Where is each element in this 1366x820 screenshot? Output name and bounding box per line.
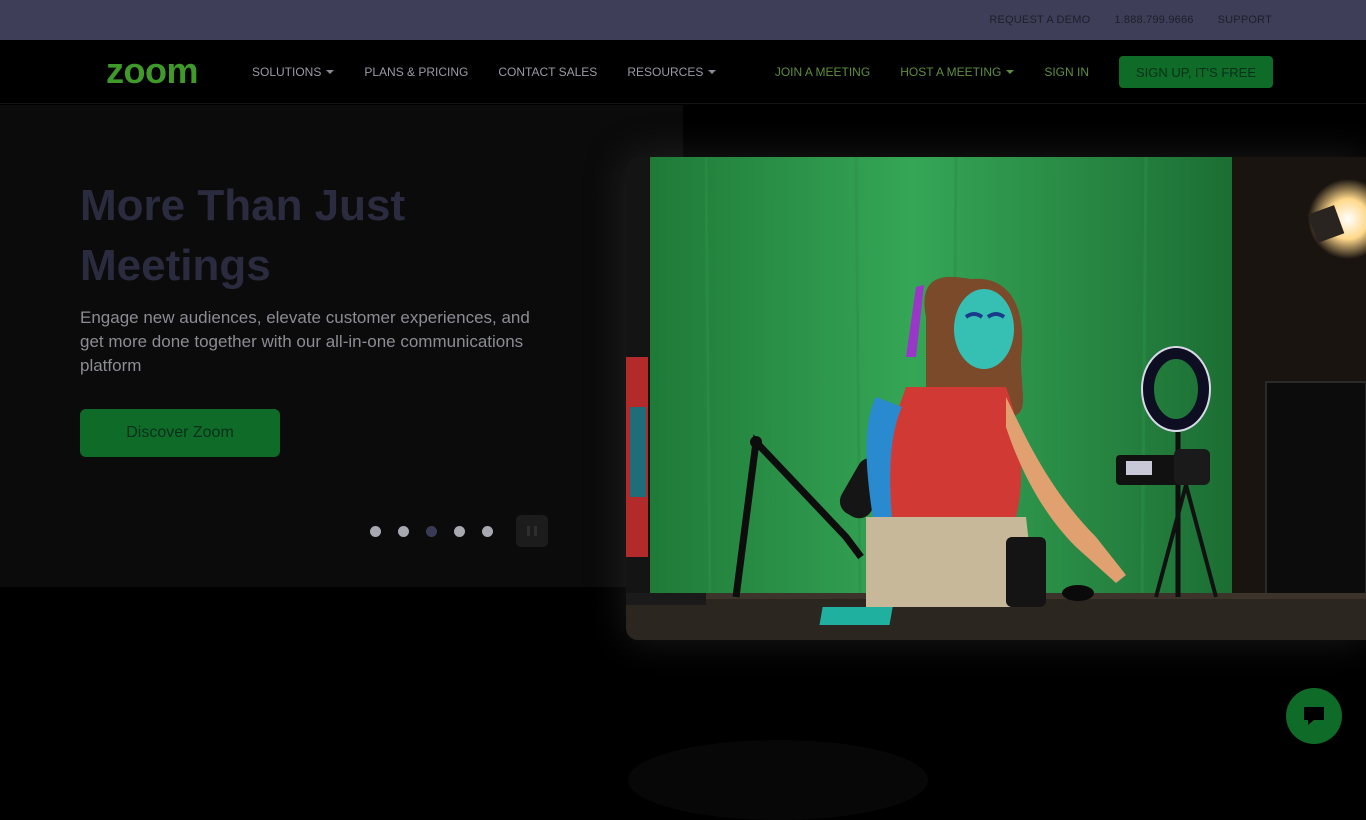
join-meeting-link[interactable]: JOIN A MEETING	[775, 65, 870, 79]
pause-icon-bar	[534, 526, 537, 536]
chevron-down-icon	[708, 70, 717, 74]
chat-icon	[1304, 707, 1324, 725]
request-demo-link[interactable]: REQUEST A DEMO	[989, 14, 1090, 26]
chat-button[interactable]	[1286, 688, 1342, 744]
carousel-pause-button[interactable]	[516, 515, 548, 547]
carousel-dot-1[interactable]	[370, 525, 381, 537]
join-meeting-label: JOIN A MEETING	[774, 65, 871, 79]
nav-plans-pricing-label: PLANS & PRICING	[364, 65, 469, 79]
hero-subtitle: Engage new audiences, elevate customer e…	[80, 308, 530, 375]
bottom-decoration	[628, 740, 928, 820]
sign-in-label: SIGN IN	[1044, 65, 1089, 79]
phone-number-link[interactable]: 1.888.799.9666	[1114, 14, 1193, 26]
nav-contact-sales-label: CONTACT SALES	[498, 65, 598, 79]
pause-icon	[527, 526, 530, 536]
utility-links: REQUEST A DEMO 1.888.799.9666 SUPPORT	[989, 0, 1272, 40]
host-meeting-dropdown[interactable]: HOST A MEETING	[900, 65, 1015, 79]
hero-title: More Than Just Meetings	[80, 181, 406, 290]
nav-solutions[interactable]: SOLUTIONS	[252, 65, 335, 79]
carousel-dot-4[interactable]	[454, 525, 465, 537]
main-nav: zoom SOLUTIONS PLANS & PRICING CONTACT S…	[0, 40, 1366, 104]
svg-text:zoom: zoom	[106, 54, 198, 88]
carousel-dot-2[interactable]	[398, 525, 409, 537]
nav-plans-pricing[interactable]: PLANS & PRICING	[364, 65, 468, 79]
nav-primary: SOLUTIONS PLANS & PRICING CONTACT SALES …	[252, 40, 746, 104]
hero-image	[626, 157, 1366, 640]
studio-scene-image	[626, 157, 1366, 640]
sign-in-link[interactable]: SIGN IN	[1044, 65, 1089, 79]
host-meeting-label: HOST A MEETING	[900, 65, 1002, 79]
nav-contact-sales[interactable]: CONTACT SALES	[498, 65, 597, 79]
utility-bar: REQUEST A DEMO 1.888.799.9666 SUPPORT	[0, 0, 1366, 40]
chevron-down-icon	[326, 70, 335, 74]
discover-zoom-button[interactable]: Discover Zoom	[80, 409, 280, 457]
carousel-dot-5[interactable]	[482, 525, 493, 537]
zoom-logo-wordmark: zoom	[106, 50, 199, 91]
nav-secondary: JOIN A MEETING HOST A MEETING SIGN IN SI…	[775, 40, 1273, 104]
carousel-dot-3[interactable]	[426, 525, 437, 537]
nav-solutions-label: SOLUTIONS	[252, 65, 322, 79]
nav-resources-label: RESOURCES	[627, 65, 704, 79]
sign-up-button[interactable]: SIGN UP, IT'S FREE	[1119, 56, 1273, 88]
support-link[interactable]: SUPPORT	[1218, 14, 1272, 26]
zoom-logo[interactable]: zoom	[106, 50, 218, 91]
carousel-controls	[370, 515, 548, 547]
chevron-down-icon	[1006, 70, 1015, 74]
nav-resources[interactable]: RESOURCES	[627, 65, 717, 79]
